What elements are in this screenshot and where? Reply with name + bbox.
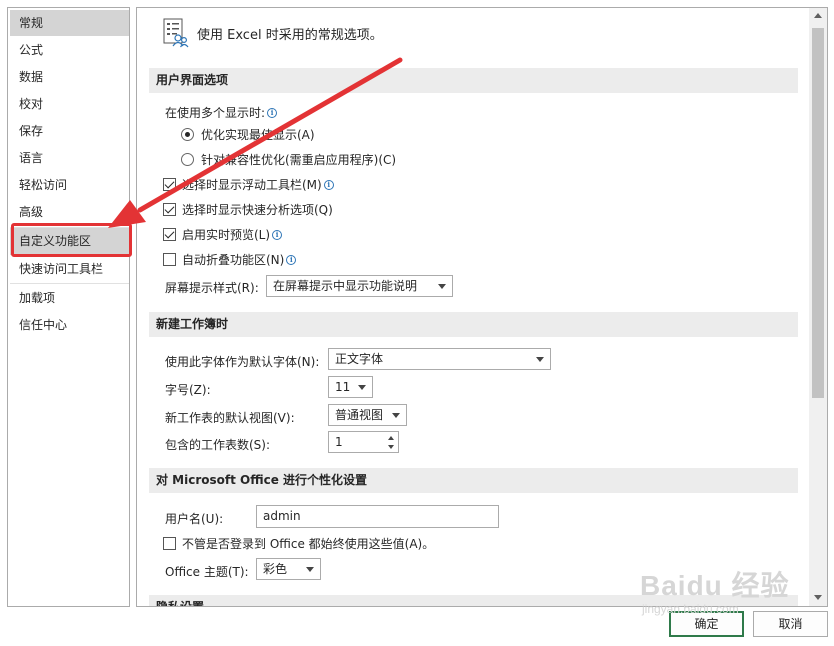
scrollbar-thumb[interactable] (812, 28, 824, 398)
spinner-down-icon[interactable] (388, 445, 394, 449)
live-preview-label[interactable]: 启用实时预览(L) i (182, 226, 283, 243)
office-theme-select[interactable]: 彩色 (256, 558, 321, 580)
chevron-down-icon (438, 284, 446, 289)
always-use-values-label[interactable]: 不管是否登录到 Office 都始终使用这些值(A)。 (182, 535, 434, 552)
info-icon[interactable]: i (286, 255, 297, 265)
quick-analysis-label[interactable]: 选择时显示快速分析选项(Q) (182, 201, 333, 218)
nav-item-add-ins[interactable]: 加载项 (10, 285, 129, 311)
nav-item-accessibility[interactable]: 轻松访问 (10, 172, 129, 198)
checkbox-mini-toolbar[interactable] (163, 178, 176, 191)
nav-item-advanced[interactable]: 高级 (10, 199, 129, 225)
chevron-down-icon (358, 385, 366, 390)
multi-display-label: 在使用多个显示时: i (165, 104, 278, 121)
default-font-select[interactable]: 正文字体 (328, 348, 551, 370)
radio-optimize-appearance-label[interactable]: 优化实现最佳显示(A) (201, 126, 315, 143)
ok-button[interactable]: 确定 (669, 611, 744, 637)
checkbox-quick-analysis[interactable] (163, 203, 176, 216)
checkbox-live-preview[interactable] (163, 228, 176, 241)
nav-item-save[interactable]: 保存 (10, 118, 129, 144)
nav-item-customize-ribbon[interactable]: 自定义功能区 (10, 228, 129, 255)
sheet-count-label: 包含的工作表数(S): (165, 438, 271, 452)
options-nav: 常规 公式 数据 校对 保存 语言 轻松访问 高级 自定义功能区 快速访问工具栏… (7, 7, 130, 607)
nav-item-language[interactable]: 语言 (10, 145, 129, 171)
nav-item-quick-access-toolbar[interactable]: 快速访问工具栏 (10, 256, 129, 282)
radio-optimize-appearance[interactable] (181, 128, 194, 141)
screentip-style-label: 屏幕提示样式(R): (165, 281, 259, 295)
info-icon[interactable]: i (323, 180, 334, 190)
options-panel: 使用 Excel 时采用的常规选项。 用户界面选项 在使用多个显示时: i 优化实… (136, 7, 828, 607)
page-description: 使用 Excel 时采用的常规选项。 (197, 28, 383, 43)
scroll-up-button[interactable] (809, 8, 827, 25)
spinner-up-icon[interactable] (388, 436, 394, 440)
section-privacy: 隐私设置 (149, 595, 798, 606)
section-new-workbook: 新建工作簿时 (149, 312, 798, 337)
nav-item-proofing[interactable]: 校对 (10, 91, 129, 117)
font-size-label: 字号(Z): (165, 383, 211, 397)
section-ui-options: 用户界面选项 (149, 68, 798, 93)
screentip-style-select[interactable]: 在屏幕提示中显示功能说明 (266, 275, 453, 297)
chevron-down-icon (536, 357, 544, 362)
nav-item-data[interactable]: 数据 (10, 64, 129, 90)
mini-toolbar-label[interactable]: 选择时显示浮动工具栏(M) i (182, 176, 334, 193)
nav-divider (10, 283, 129, 284)
checkbox-always-use-values[interactable] (163, 537, 176, 550)
office-theme-label: Office 主题(T): (165, 565, 249, 579)
nav-item-formulas[interactable]: 公式 (10, 37, 129, 63)
nav-item-general[interactable]: 常规 (10, 10, 129, 36)
default-font-label: 使用此字体作为默认字体(N): (165, 355, 320, 369)
username-label: 用户名(U): (165, 512, 224, 526)
scroll-down-button[interactable] (809, 589, 827, 606)
radio-optimize-compat-label[interactable]: 针对兼容性优化(需重启应用程序)(C) (201, 151, 396, 168)
username-field[interactable]: admin (256, 505, 499, 528)
font-size-select[interactable]: 11 (328, 376, 373, 398)
chevron-down-icon (814, 595, 822, 600)
section-personalize: 对 Microsoft Office 进行个性化设置 (149, 468, 798, 493)
info-icon[interactable]: i (272, 230, 283, 240)
nav-item-trust-center[interactable]: 信任中心 (10, 312, 129, 338)
radio-optimize-compat[interactable] (181, 153, 194, 166)
default-view-select[interactable]: 普通视图 (328, 404, 407, 426)
info-icon[interactable]: i (267, 108, 278, 118)
chevron-down-icon (392, 413, 400, 418)
general-options-icon (161, 18, 189, 48)
cancel-button[interactable]: 取消 (753, 611, 828, 637)
sheet-count-spinner[interactable]: 1 (328, 431, 399, 453)
chevron-up-icon (814, 13, 822, 18)
chevron-down-icon (306, 567, 314, 572)
default-view-label: 新工作表的默认视图(V): (165, 411, 295, 425)
auto-collapse-ribbon-label[interactable]: 自动折叠功能区(N) i (182, 251, 297, 268)
checkbox-auto-collapse-ribbon[interactable] (163, 253, 176, 266)
vertical-scrollbar[interactable] (809, 8, 827, 606)
options-content: 使用 Excel 时采用的常规选项。 用户界面选项 在使用多个显示时: i 优化实… (137, 8, 809, 606)
